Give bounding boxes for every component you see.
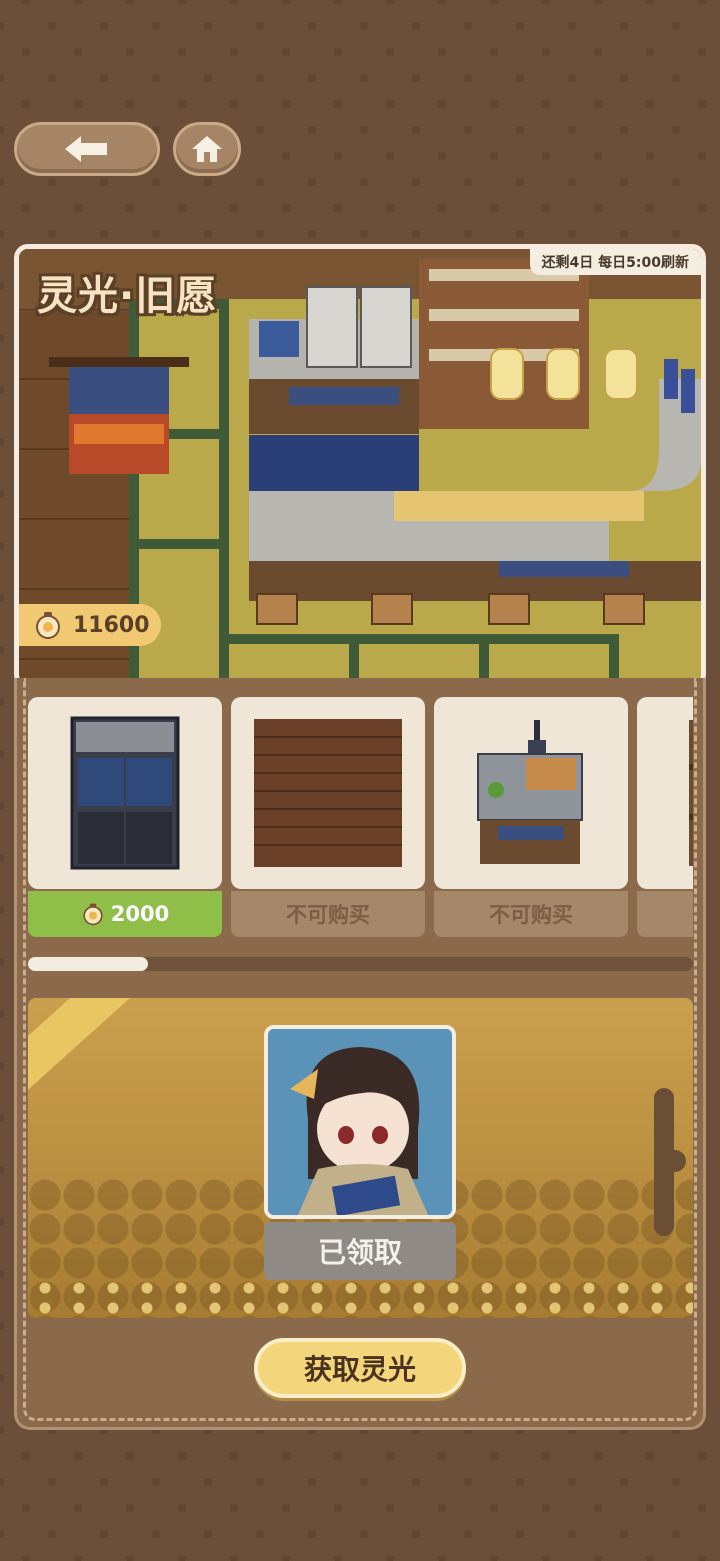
item-card[interactable] bbox=[28, 697, 222, 889]
get-light-button[interactable]: 获取灵光 bbox=[254, 1338, 466, 1398]
kitchen-counter-icon bbox=[477, 720, 583, 864]
home-icon bbox=[192, 136, 222, 162]
buy-button[interactable]: 2000 bbox=[28, 891, 222, 937]
unavailable-label: 不可购买 bbox=[637, 891, 693, 937]
currency-display: 11600 bbox=[19, 604, 161, 646]
claimed-status: 已领取 bbox=[264, 1222, 456, 1280]
item-card[interactable] bbox=[637, 697, 693, 889]
banner-sparkles bbox=[28, 1278, 693, 1318]
currency-value: 11600 bbox=[73, 612, 150, 638]
item-list[interactable]: 2000 不可购买 不可购买 bbox=[28, 697, 693, 941]
item-wood-floor[interactable]: 不可购买 bbox=[231, 697, 425, 939]
character-portrait-icon bbox=[268, 1029, 452, 1215]
light-orb-icon bbox=[36, 612, 60, 639]
item-card[interactable] bbox=[231, 697, 425, 889]
home-button[interactable] bbox=[173, 122, 241, 176]
light-orb-icon bbox=[83, 903, 103, 926]
arrow-left-icon bbox=[65, 136, 107, 162]
unavailable-label: 不可购买 bbox=[231, 891, 425, 937]
item-card[interactable] bbox=[434, 697, 628, 889]
back-button[interactable] bbox=[14, 122, 160, 176]
item-price: 2000 bbox=[110, 902, 170, 926]
banner-stripe bbox=[28, 998, 287, 1138]
scene-preview: 还剩4日 每日5:00刷新 灵光·旧愿 11600 bbox=[14, 244, 706, 688]
unavailable-label: 不可购买 bbox=[434, 891, 628, 937]
item-scrollbar[interactable] bbox=[28, 957, 693, 971]
wood-floor-icon bbox=[254, 719, 402, 867]
item-scrollbar-thumb[interactable] bbox=[28, 957, 148, 971]
window-cabinet-icon bbox=[70, 716, 180, 870]
item-window-cabinet[interactable]: 2000 bbox=[28, 697, 222, 939]
item-kitchen-counter[interactable]: 不可购买 bbox=[434, 697, 628, 939]
bookshelf-icon bbox=[689, 720, 693, 866]
refresh-timer: 还剩4日 每日5:00刷新 bbox=[529, 249, 701, 275]
reward-portrait[interactable] bbox=[264, 1025, 456, 1219]
item-bookshelf[interactable]: 不可购买 bbox=[637, 697, 693, 939]
scene-title: 灵光·旧愿 bbox=[37, 273, 218, 319]
